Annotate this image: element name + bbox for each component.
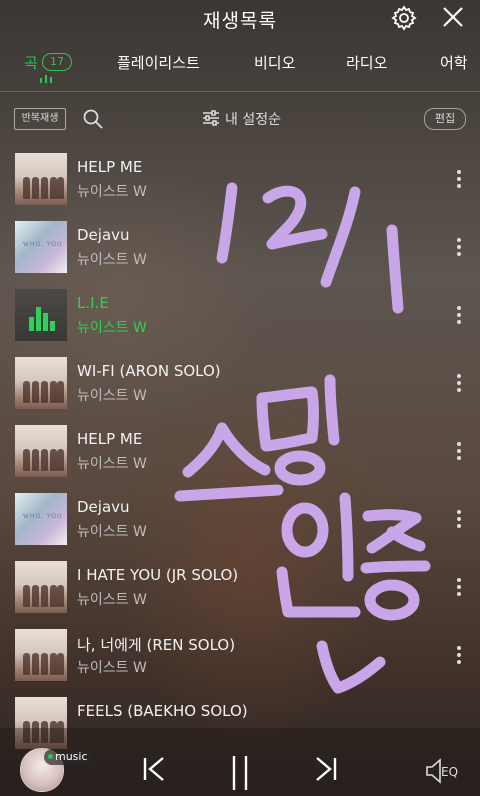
track-title: I HATE YOU (JR SOLO) — [77, 566, 239, 584]
track-title: WI-FI (ARON SOLO) — [77, 362, 221, 380]
track-artist: 뉴이스트 W — [77, 660, 147, 676]
tab-videos[interactable]: 비디오 — [254, 52, 295, 73]
sort-label: 내 설정순 — [225, 112, 281, 128]
gear-icon[interactable] — [390, 4, 418, 32]
album-art-text: WHO, YOU — [23, 513, 63, 520]
track-artist: 뉴이스트 W — [77, 184, 147, 200]
track-artist: 뉴이스트 W — [77, 320, 147, 336]
more-options-icon[interactable] — [456, 374, 462, 394]
track-row[interactable]: WHO, YOU Dejavu 뉴이스트 W — [0, 218, 480, 280]
album-art-text: WHO, YOU — [23, 241, 63, 248]
track-row[interactable]: L.I.E 뉴이스트 W — [0, 286, 480, 348]
track-title: Dejavu — [77, 226, 130, 244]
album-art-thumbnail — [15, 425, 67, 477]
album-art-thumbnail — [15, 561, 67, 613]
previous-track-icon[interactable] — [142, 756, 166, 782]
more-options-icon[interactable] — [456, 306, 462, 326]
album-art-thumbnail — [15, 357, 67, 409]
close-icon[interactable] — [440, 4, 466, 30]
track-title: 나, 너에게 (REN SOLO) — [77, 636, 236, 654]
track-row[interactable]: HELP ME 뉴이스트 W — [0, 150, 480, 212]
repeat-button[interactable]: 반복재생 — [14, 108, 66, 130]
pause-icon[interactable] — [229, 756, 251, 790]
more-options-icon[interactable] — [456, 510, 462, 530]
playing-indicator-icon — [40, 75, 54, 83]
track-row[interactable]: 나, 너에게 (REN SOLO) 뉴이스트 W — [0, 626, 480, 688]
more-options-icon[interactable] — [456, 578, 462, 598]
equalizer-bars-icon — [29, 303, 55, 331]
tab-language[interactable]: 어학 — [440, 52, 468, 73]
album-art-thumbnail — [15, 153, 67, 205]
more-options-icon[interactable] — [456, 170, 462, 190]
divider — [0, 91, 480, 92]
album-art-thumbnail: WHO, YOU — [15, 493, 67, 545]
track-title: L.I.E — [77, 294, 109, 312]
album-art-thumbnail: WHO, YOU — [15, 221, 67, 273]
album-art-thumbnail — [15, 289, 67, 341]
track-artist: 뉴이스트 W — [77, 388, 147, 404]
header: 재생목록 — [0, 0, 480, 36]
next-track-icon[interactable] — [314, 756, 338, 782]
track-title: FEELS (BAEKHO SOLO) — [77, 702, 248, 720]
track-row[interactable]: I HATE YOU (JR SOLO) 뉴이스트 W — [0, 558, 480, 620]
album-art-thumbnail — [15, 629, 67, 681]
track-row[interactable]: WI-FI (ARON SOLO) 뉴이스트 W — [0, 354, 480, 416]
track-artist: 뉴이스트 W — [77, 252, 147, 268]
tab-bar: 곡 17 플레이리스트 비디오 라디오 어학 — [0, 44, 480, 84]
list-toolbar: 반복재생 내 설정순 편집 — [0, 100, 480, 140]
more-options-icon[interactable] — [456, 238, 462, 258]
edit-button[interactable]: 편집 — [424, 108, 466, 130]
track-title: HELP ME — [77, 158, 143, 176]
search-icon[interactable] — [82, 108, 104, 130]
tab-radio[interactable]: 라디오 — [346, 52, 387, 73]
track-artist: 뉴이스트 W — [77, 456, 147, 472]
song-count-badge: 17 — [42, 53, 72, 71]
more-options-icon[interactable] — [456, 646, 462, 666]
mini-player: music EQ — [0, 728, 480, 796]
eq-label: EQ — [441, 765, 459, 779]
tab-songs[interactable]: 곡 — [24, 52, 38, 73]
more-options-icon[interactable] — [456, 442, 462, 462]
track-artist: 뉴이스트 W — [77, 524, 147, 540]
track-row[interactable]: WHO, YOU Dejavu 뉴이스트 W — [0, 490, 480, 552]
music-tag: music — [44, 749, 92, 765]
track-title: Dejavu — [77, 498, 130, 516]
status-dot-icon — [48, 754, 53, 759]
tab-playlists[interactable]: 플레이리스트 — [117, 52, 200, 73]
music-tag-label: music — [55, 750, 88, 763]
sliders-icon — [203, 110, 219, 126]
track-artist: 뉴이스트 W — [77, 592, 147, 608]
track-title: HELP ME — [77, 430, 143, 448]
track-row[interactable]: HELP ME 뉴이스트 W — [0, 422, 480, 484]
